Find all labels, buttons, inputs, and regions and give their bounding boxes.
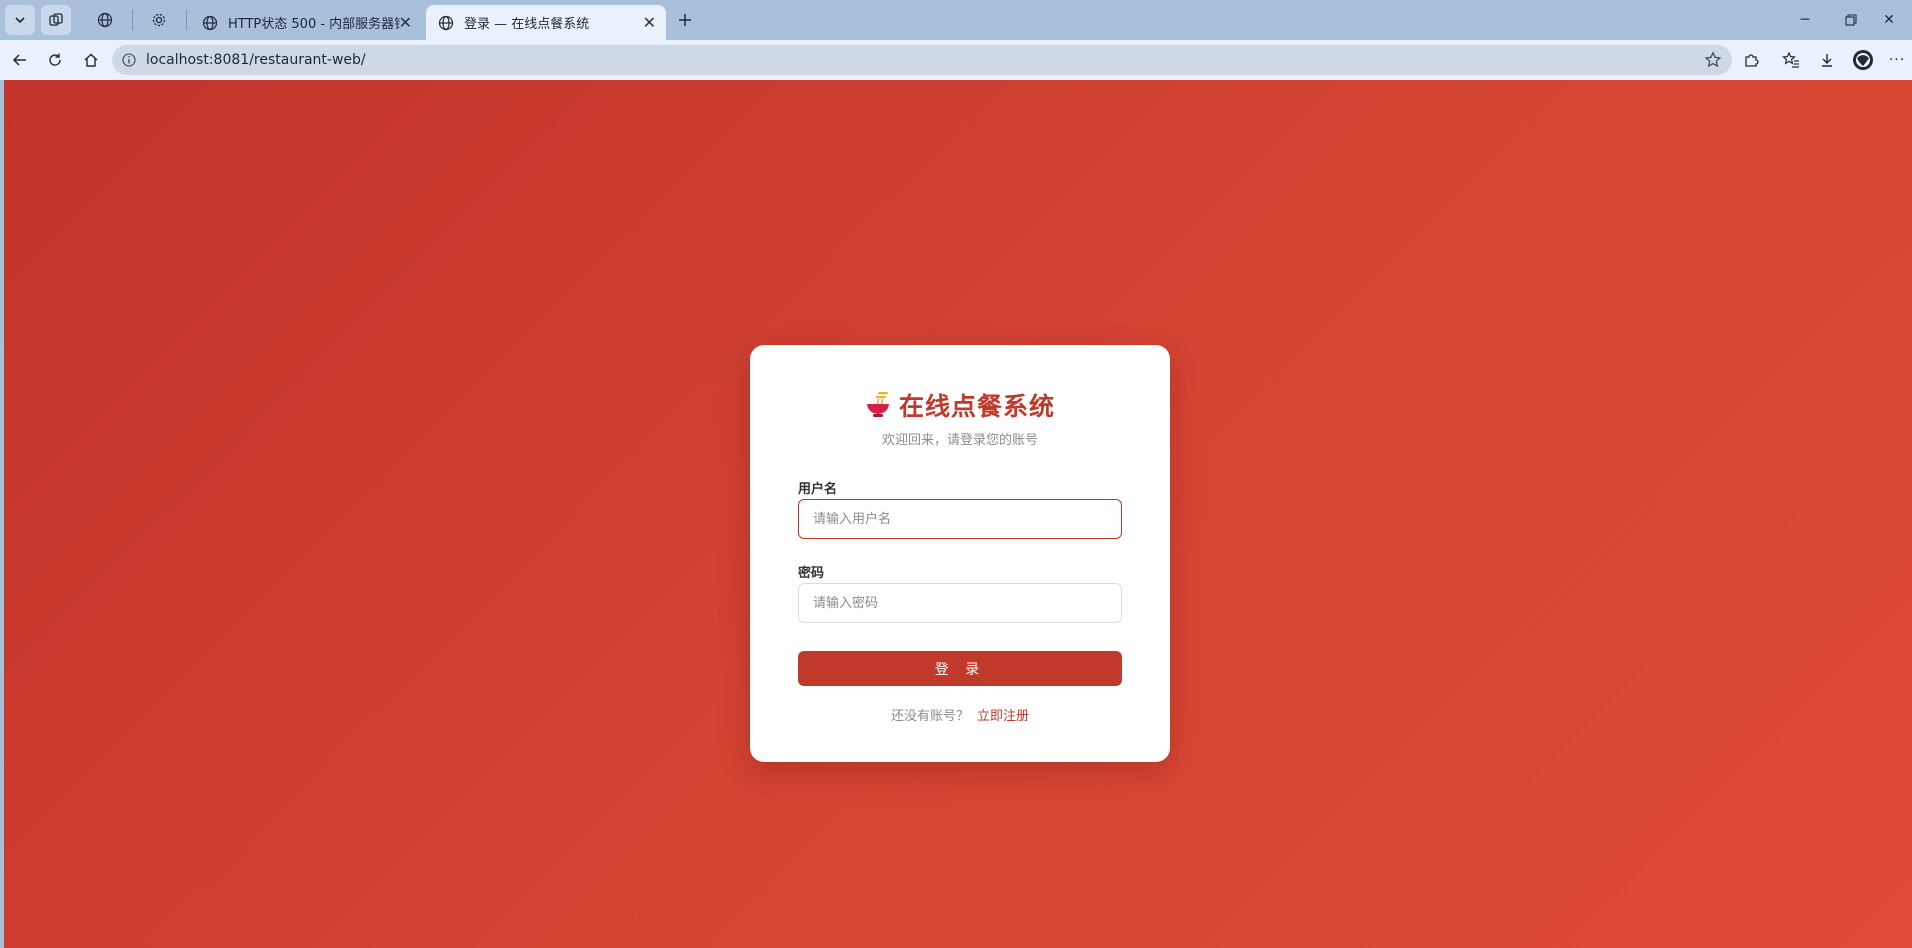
more-menu-button[interactable]: ··· [1882, 45, 1912, 75]
new-tab-button[interactable] [670, 5, 700, 35]
plus-icon [679, 14, 691, 26]
arrow-left-icon [12, 54, 26, 66]
avatar-icon [1853, 50, 1873, 70]
noodle-bowl-icon [866, 392, 889, 417]
workspaces-button[interactable] [41, 5, 71, 35]
puzzle-icon [1745, 54, 1759, 67]
favorites-icon [1782, 51, 1799, 68]
minimize-icon: ─ [1800, 12, 1810, 28]
tab-title: 登录 — 在线点餐系统 [464, 17, 590, 32]
restore-icon [1845, 14, 1857, 26]
tab-title: HTTP状态 500 - 内部服务器错误 [228, 17, 400, 32]
refresh-icon [49, 53, 61, 66]
close-window-button[interactable]: ✕ [1866, 0, 1912, 40]
username-input[interactable] [798, 499, 1122, 539]
browser-toolbar: localhost:8081/restaurant-web/ ··· [0, 40, 1912, 80]
tab-login[interactable]: 登录 — 在线点餐系统 ✕ [426, 5, 666, 40]
pinned-tab-settings[interactable] [144, 5, 174, 35]
profile-button[interactable] [1848, 45, 1878, 75]
register-prompt-line: 还没有账号？ 立即注册 [750, 705, 1170, 724]
gear-icon [152, 13, 166, 27]
globe-icon [97, 12, 113, 28]
pinned-tab-globe[interactable] [90, 5, 120, 35]
info-icon[interactable] [122, 53, 136, 67]
tab-http-500[interactable]: HTTP状态 500 - 内部服务器错误 ✕ [190, 5, 422, 40]
brand-header: 在线点餐系统 [750, 387, 1170, 423]
globe-icon [438, 15, 454, 30]
star-icon[interactable] [1704, 51, 1722, 69]
login-page: 在线点餐系统 欢迎回来，请登录您的账号 用户名 密码 登 录 还没有账号？ 立即注… [4, 80, 1912, 948]
page-subtitle: 欢迎回来，请登录您的账号 [881, 433, 1038, 448]
login-card: 在线点餐系统 欢迎回来，请登录您的账号 用户名 密码 登 录 还没有账号？ 立即注… [750, 345, 1170, 762]
workspaces-icon [49, 13, 63, 26]
more-icon: ··· [1888, 52, 1906, 68]
downloads-button[interactable] [1812, 45, 1842, 75]
password-input[interactable] [798, 583, 1122, 623]
address-bar[interactable]: localhost:8081/restaurant-web/ [112, 45, 1732, 75]
back-button[interactable] [5, 45, 35, 75]
address-url: localhost:8081/restaurant-web/ [146, 52, 366, 68]
close-icon[interactable]: ✕ [643, 13, 656, 32]
favorites-button[interactable] [1776, 45, 1806, 75]
tab-strip: HTTP状态 500 - 内部服务器错误 ✕ 登录 — 在线点餐系统 ✕ ─ ✕ [0, 0, 1912, 40]
close-icon: ✕ [1883, 12, 1895, 28]
username-label: 用户名 [798, 482, 838, 497]
minimize-button[interactable]: ─ [1782, 0, 1828, 40]
home-button[interactable] [76, 45, 106, 75]
password-label: 密码 [798, 566, 825, 581]
register-link[interactable]: 立即注册 [977, 709, 1029, 724]
chevron-down-icon [15, 17, 25, 24]
tab-list-button[interactable] [5, 5, 35, 35]
tab-separator [132, 10, 133, 30]
refresh-button[interactable] [40, 45, 70, 75]
page-title: 在线点餐系统 [898, 392, 1055, 421]
download-icon [1822, 54, 1832, 67]
login-button[interactable]: 登 录 [798, 651, 1122, 686]
register-question: 还没有账号？ [890, 709, 969, 724]
globe-icon [202, 15, 218, 30]
extensions-button[interactable] [1736, 45, 1766, 75]
tab-separator [186, 10, 187, 30]
home-icon [84, 53, 98, 67]
close-icon[interactable]: ✕ [399, 13, 412, 32]
